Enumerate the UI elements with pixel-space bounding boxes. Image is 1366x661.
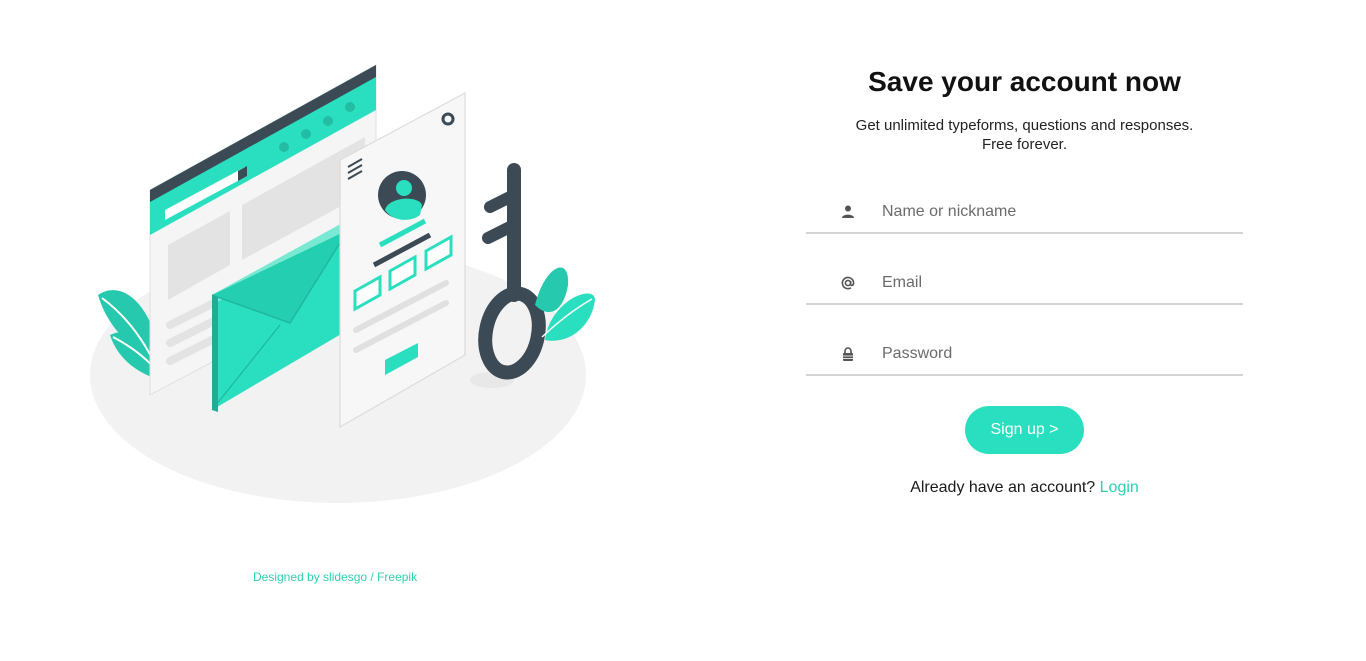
lock-icon [843, 347, 853, 361]
design-credit: Designed by slidesgo / Freepik [253, 570, 418, 584]
subtitle-line-1: Get unlimited typeforms, questions and r… [855, 117, 1194, 134]
at-icon [841, 276, 855, 290]
password-field-row [806, 332, 1243, 376]
sign-up-button[interactable]: Sign up > [965, 406, 1084, 454]
login-link[interactable]: Login [1100, 479, 1139, 496]
login-prompt-row: Already have an account? Login [806, 479, 1243, 497]
page-title: Save your account now [868, 66, 1181, 97]
page-subtitle: Get unlimited typeforms, questions and r… [806, 116, 1243, 154]
user-icon [842, 205, 854, 218]
email-field-row [806, 261, 1243, 305]
login-prompt: Already have an account? [910, 479, 1096, 496]
signup-illustration [90, 64, 595, 503]
name-field-row [806, 190, 1243, 234]
password-input[interactable] [880, 340, 1234, 368]
subtitle-line-2: Free forever. [981, 136, 1068, 153]
name-input[interactable] [880, 198, 1234, 226]
email-input[interactable] [880, 269, 1234, 297]
